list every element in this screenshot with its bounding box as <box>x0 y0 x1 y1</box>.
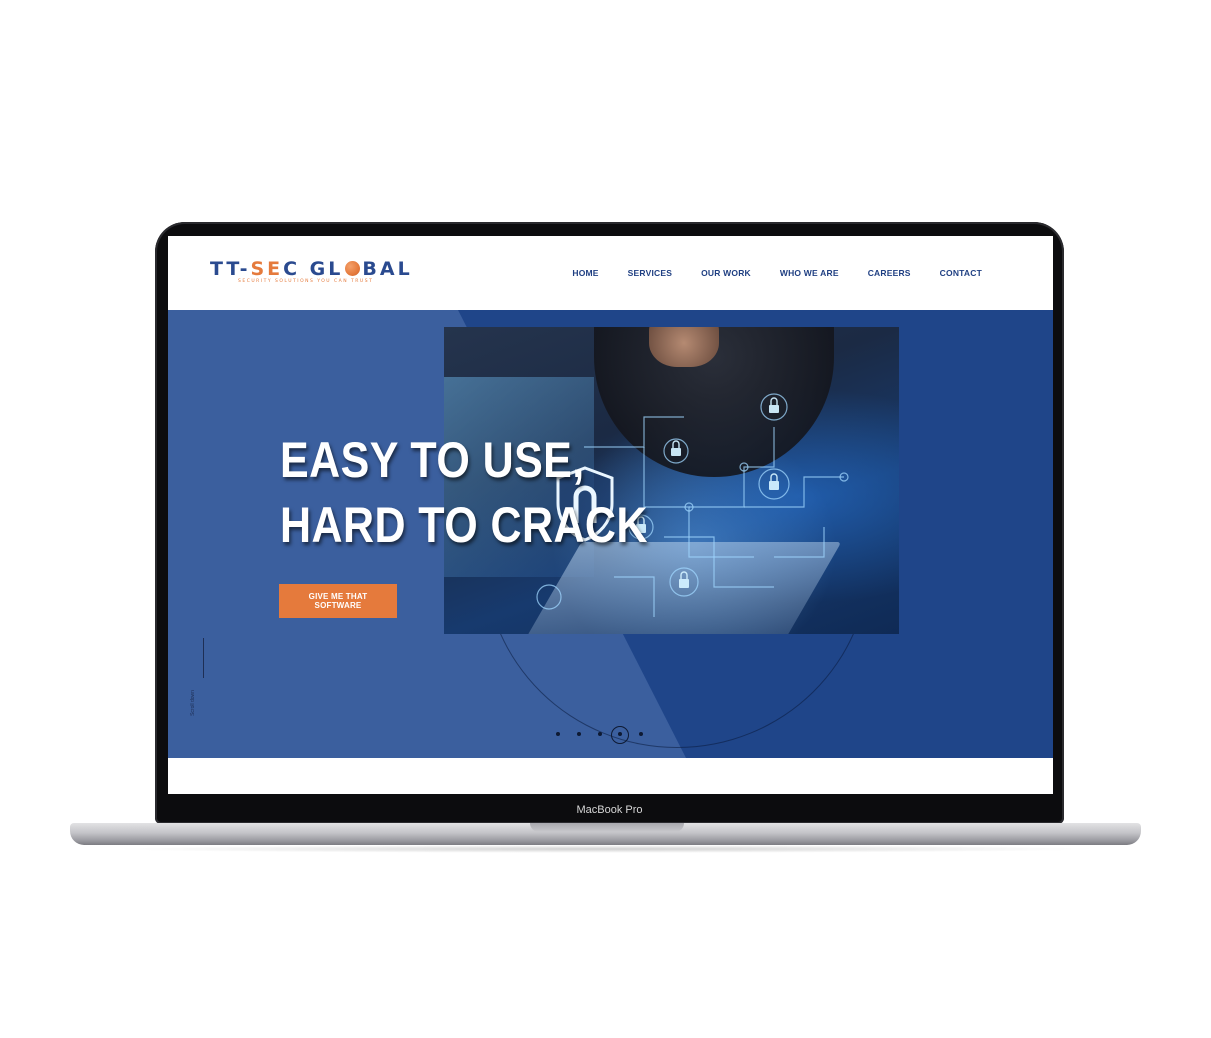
logo-text-part: C GL <box>283 258 344 280</box>
globe-icon <box>345 261 361 276</box>
hero-title-line-2: HARD TO CRACK <box>280 497 648 553</box>
hero-title: EASY TO USE, HARD TO CRACK <box>280 428 648 558</box>
slider-dot[interactable] <box>577 732 581 736</box>
slider-dot-active[interactable] <box>618 732 622 736</box>
nav-who-we-are[interactable]: WHO WE ARE <box>780 268 839 278</box>
logo-text-part: BAL <box>362 258 413 280</box>
nav-home[interactable]: HOME <box>572 268 598 278</box>
nav-our-work[interactable]: OUR WORK <box>701 268 751 278</box>
main-nav: HOME SERVICES OUR WORK WHO WE ARE CAREER… <box>572 268 982 278</box>
scroll-indicator-line <box>203 638 204 678</box>
nav-services[interactable]: SERVICES <box>628 268 672 278</box>
hero-title-line-1: EASY TO USE, <box>280 432 585 488</box>
nav-contact[interactable]: CONTACT <box>940 268 982 278</box>
slider-dot[interactable] <box>639 732 643 736</box>
browser-screen: TT-SEC GL BAL SECURITY SOLUTIONS YOU CAN … <box>168 236 1053 794</box>
site-header: TT-SEC GL BAL SECURITY SOLUTIONS YOU CAN … <box>168 236 1053 310</box>
hero-section: EASY TO USE, HARD TO CRACK GIVE ME THAT … <box>168 310 1053 758</box>
slider-dot[interactable] <box>598 732 602 736</box>
laptop-shadow <box>110 845 1101 853</box>
slider-dot[interactable] <box>556 732 560 736</box>
logo-tagline: SECURITY SOLUTIONS YOU CAN TRUST <box>238 279 374 284</box>
logo-text-part: TT- <box>210 258 251 280</box>
nav-careers[interactable]: CAREERS <box>868 268 911 278</box>
logo-text-accent: S <box>250 258 268 280</box>
next-section <box>168 758 1053 794</box>
site-logo[interactable]: TT-SEC GL BAL <box>210 258 413 280</box>
scroll-down-label[interactable]: Scroll down <box>190 690 196 716</box>
logo-text-accent: E <box>267 258 284 280</box>
laptop-notch <box>530 823 684 832</box>
cta-button[interactable]: GIVE ME THAT SOFTWARE <box>279 584 397 618</box>
device-label: MacBook Pro <box>576 804 643 816</box>
